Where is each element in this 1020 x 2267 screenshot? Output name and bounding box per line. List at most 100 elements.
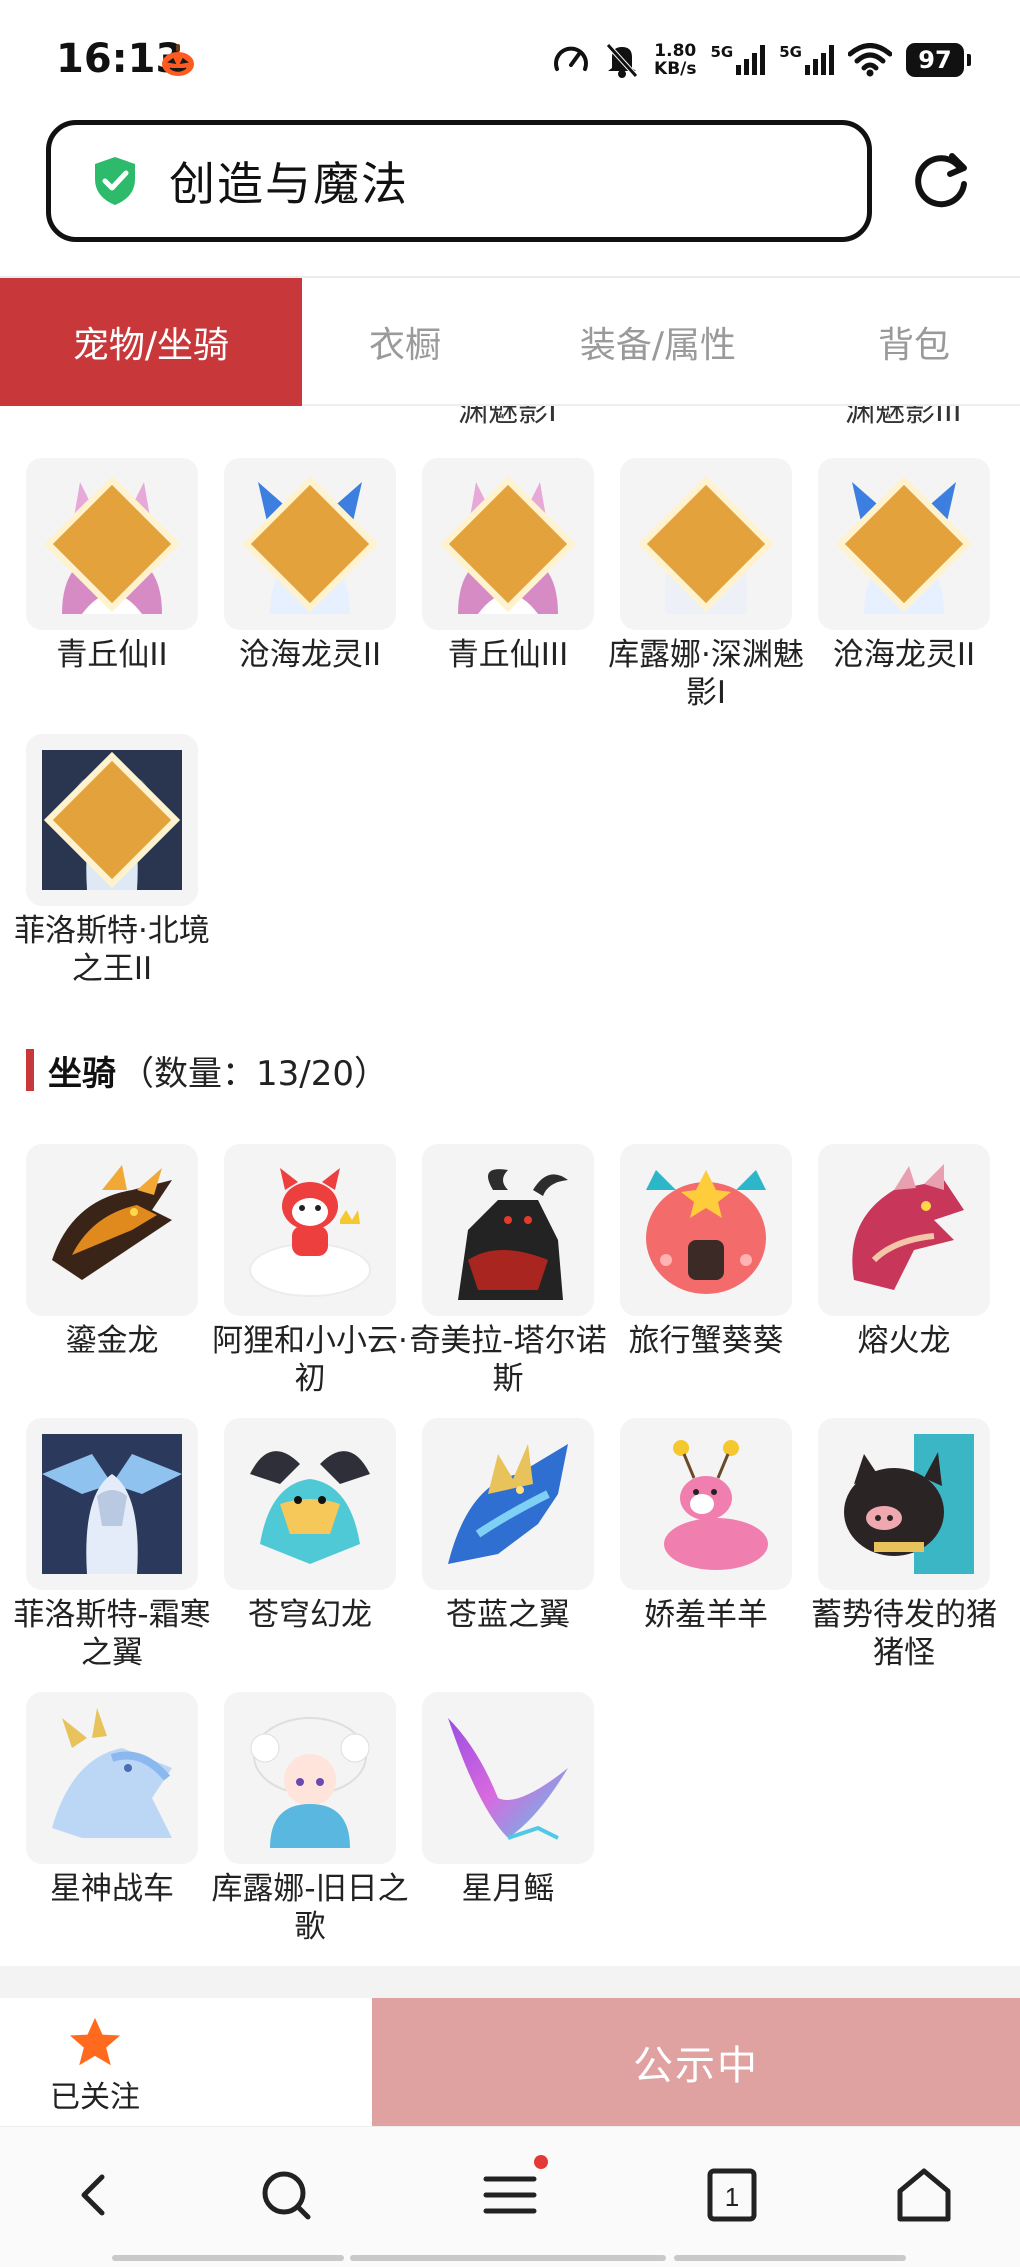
refresh-icon[interactable]: [908, 148, 974, 214]
mount-thumbnail: [224, 1418, 396, 1590]
home-button[interactable]: [892, 2163, 956, 2227]
kuluna-song-icon: [250, 1717, 370, 1848]
address-bar[interactable]: 创造与魔法: [46, 120, 872, 242]
speed-unit: KB/s: [654, 59, 697, 79]
rank-badge-icon: [43, 475, 181, 613]
mount-thumbnail: [26, 1144, 198, 1316]
content-area: 渊魅影I 渊魅影III 青丘仙II 沧海龙灵II 青丘仙III 库露娜·深渊魅影…: [0, 406, 1020, 1966]
section-count: （数量：13/20）: [120, 1053, 388, 1094]
star-icon: [69, 2017, 121, 2066]
mount-thumbnail: [422, 1418, 594, 1590]
mount-card[interactable]: 熔火龙: [818, 1144, 990, 1360]
signal-bars-icon: [736, 45, 766, 75]
mount-card[interactable]: 蓄势待发的猪猪怪: [811, 1418, 997, 1672]
wifi-icon: [848, 43, 892, 77]
mount-name: 星神战车: [50, 1871, 174, 1907]
browser-nav-bar: 1: [0, 2126, 1020, 2267]
travel-crab-icon: [646, 1170, 766, 1294]
mount-name: 菲洛斯特-霜寒之翼: [13, 1597, 211, 1671]
mount-card[interactable]: 星月鳐: [422, 1692, 594, 1908]
mount-name: 星月鳐: [461, 1871, 555, 1907]
pig-monster-icon: [844, 1434, 974, 1574]
tabs-button[interactable]: 1: [700, 2163, 764, 2227]
chimera-icon: [458, 1169, 568, 1300]
rank-badge-icon: [835, 475, 973, 613]
tab-backpack[interactable]: 背包: [808, 278, 1020, 406]
chevron-left-icon: [81, 2174, 105, 2216]
mount-thumbnail: [818, 1144, 990, 1316]
speedometer-icon: [554, 46, 589, 71]
pet-card[interactable]: 库露娜·深渊魅影I: [608, 458, 804, 712]
pet-thumbnail: [26, 734, 198, 906]
rank-badge-icon: [241, 475, 379, 613]
network-type-label: 5G: [710, 43, 734, 61]
star-ray-icon: [448, 1718, 568, 1840]
follow-label: 已关注: [50, 2080, 140, 2115]
section-accent-bar: [26, 1049, 34, 1091]
mount-card[interactable]: 鎏金龙: [26, 1144, 198, 1360]
mount-name: 奇美拉-塔尔诺斯: [409, 1323, 607, 1397]
search-icon: [262, 2171, 311, 2220]
mount-name: 蓄势待发的猪猪怪: [811, 1597, 997, 1671]
tab-pets-mounts[interactable]: 宠物/坐骑: [0, 278, 302, 406]
search-button[interactable]: [254, 2163, 318, 2227]
mount-name: 库露娜-旧日之歌: [211, 1871, 409, 1945]
mount-card[interactable]: 旅行蟹葵葵: [620, 1144, 792, 1360]
mount-card[interactable]: 星神战车: [26, 1692, 198, 1908]
notification-dot: [534, 2155, 548, 2169]
mount-card[interactable]: 奇美拉-塔尔诺斯: [409, 1144, 607, 1398]
frost-wing-icon: [42, 1434, 182, 1574]
mount-thumbnail: [26, 1692, 198, 1864]
mount-card[interactable]: 菲洛斯特-霜寒之翼: [13, 1418, 211, 1672]
pet-card[interactable]: 菲洛斯特·北境之王II: [14, 734, 210, 988]
ali-cloud-icon: [249, 1168, 371, 1297]
mount-thumbnail: [422, 1144, 594, 1316]
pet-card[interactable]: 沧海龙灵II: [224, 458, 396, 674]
pet-thumbnail: [818, 458, 990, 630]
section-spacer: [0, 1966, 1020, 1998]
category-tabs: 宠物/坐骑 衣橱 装备/属性 背包: [0, 278, 1020, 406]
status-bar: 16:13 1.80 KB/s 5G 5G 97: [0, 0, 1020, 118]
azure-wing-icon: [448, 1444, 568, 1564]
mount-thumbnail: [620, 1418, 792, 1590]
section-title: 坐骑: [48, 1053, 116, 1094]
clipped-previous-row: 渊魅影I 渊魅影III: [0, 406, 1020, 436]
pet-name: 沧海龙灵II: [832, 637, 976, 673]
mount-card[interactable]: 阿狸和小小云·初: [212, 1144, 408, 1398]
pet-card[interactable]: 沧海龙灵II: [818, 458, 990, 674]
tab-count: 1: [725, 2182, 739, 2212]
pet-name: 库露娜·深渊魅影I: [608, 637, 804, 711]
rank-badge-icon: [439, 475, 577, 613]
mount-name: 苍穹幻龙: [248, 1597, 372, 1633]
network-type-label: 5G: [779, 43, 802, 61]
network-speed: 1.80 KB/s: [654, 42, 696, 78]
back-button[interactable]: [62, 2163, 126, 2227]
menu-icon: [483, 2176, 537, 2214]
mount-thumbnail: [224, 1692, 396, 1864]
mount-thumbnail: [224, 1144, 396, 1316]
mount-thumbnail: [26, 1418, 198, 1590]
mount-name: 娇羞羊羊: [644, 1597, 768, 1633]
mount-card[interactable]: 苍蓝之翼: [422, 1418, 594, 1634]
signal-1: 5G: [711, 45, 766, 75]
pet-card[interactable]: 青丘仙III: [422, 458, 594, 674]
mount-card[interactable]: 娇羞羊羊: [620, 1418, 792, 1634]
follow-button[interactable]: 已关注: [40, 2016, 150, 2116]
public-status-button[interactable]: 公示中: [372, 1998, 1020, 2126]
signal-2: 5G: [779, 45, 834, 75]
gesture-indicator: [674, 2255, 906, 2261]
gesture-indicator: [350, 2255, 666, 2261]
bell-muted-icon: [606, 43, 638, 78]
mount-card[interactable]: 库露娜-旧日之歌: [211, 1692, 409, 1946]
page-title: 创造与魔法: [169, 157, 409, 211]
speed-value: 1.80: [654, 41, 697, 61]
tab-wardrobe[interactable]: 衣橱: [302, 278, 508, 406]
mount-name: 熔火龙: [857, 1323, 951, 1359]
tab-equipment[interactable]: 装备/属性: [508, 278, 808, 406]
mount-thumbnail: [422, 1692, 594, 1864]
pumpkin-app-icon: [162, 44, 194, 76]
lava-dragon-icon: [852, 1164, 964, 1290]
pet-card[interactable]: 青丘仙II: [26, 458, 198, 674]
mount-card[interactable]: 苍穹幻龙: [224, 1418, 396, 1634]
menu-button[interactable]: [478, 2155, 548, 2227]
